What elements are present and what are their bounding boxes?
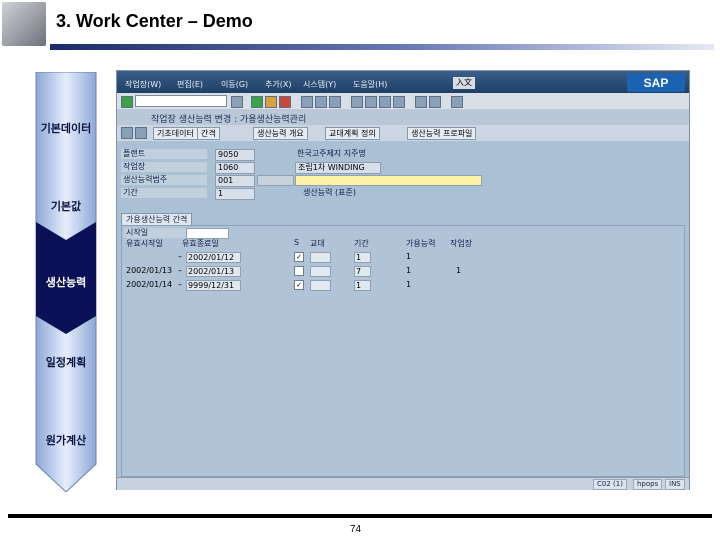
status-bar: C02 (1) hpops INS [117,477,689,490]
save-icon[interactable] [231,96,243,108]
other-object-icon[interactable] [135,127,147,139]
status-mode: INS [665,479,685,490]
capacity-category-desc-input[interactable] [295,175,482,186]
screen-title: 작업장 생산능력 변경 : 가용생산능력관리 [151,115,307,125]
col-workcenter: 작업장 [450,239,473,248]
new-session-icon[interactable] [415,96,427,108]
slide-title: 3. Work Center – Demo [56,11,253,31]
row0-from [126,252,178,261]
col-valid-from: 유효시작일 [126,239,163,248]
plant-value: 9050 [215,149,255,161]
flow-step-scheduling: 일정계획 [45,356,87,369]
col-valid-to: 유효종료일 [182,239,219,248]
menu-extras[interactable]: 추가(X) [265,79,291,90]
capacity-overview-button[interactable]: 생산능력 개요 [253,127,308,140]
row2-from: 2002/01/14 [126,280,173,289]
menu-edit[interactable]: 편집(E) [177,79,203,90]
row1-capacity: 1 [406,266,412,275]
shift-definition-button[interactable]: 교대계획 정의 [325,127,380,140]
row2-check[interactable]: ✓ [294,280,304,290]
command-field[interactable] [135,95,227,107]
flow-step-basic-data: 기본데이터 [40,122,92,135]
workcenter-desc: 조립1차 WINDING [295,162,381,174]
previous-page-icon[interactable] [365,96,377,108]
row0-period[interactable]: 1 [354,252,371,263]
row1-shift[interactable] [310,266,331,277]
row2-shift[interactable] [310,280,331,291]
exit-icon[interactable] [265,96,277,108]
content-area: 플랜트 9050 한국고주제지 지주명 작업장 1060 조립1차 WINDIN… [117,141,689,489]
sap-window: 작업장(W) 편집(E) 이동(G) 추가(X) 시스템(Y) 도움말(H) 入… [116,70,690,490]
next-page-icon[interactable] [379,96,391,108]
col-shift: 교대 [310,239,325,248]
col-period: 기간 [354,239,369,248]
print-icon[interactable] [301,96,313,108]
col-capacity: 가용능력 [406,239,436,248]
row1-check[interactable] [294,266,304,276]
row0-check[interactable]: ✓ [294,252,304,262]
page-number: 74 [350,524,362,535]
interval-button[interactable]: 간격 [197,127,220,140]
workcenter-label: 작업장 [121,162,207,172]
footer-rule [8,514,712,518]
shortcut-icon[interactable] [429,96,441,108]
flow-step-capacity: 생산능력 [45,276,87,289]
row0-capacity: 1 [406,252,412,261]
capacity-category-value: 001 [215,175,255,187]
screen-title-bar: 작업장 생산능력 변경 : 가용생산능력관리 [117,109,689,125]
plant-desc: 한국고주제지 지주명 [297,149,366,158]
start-date-label: 시작일 [124,228,186,238]
find-icon[interactable] [315,96,327,108]
period-label: 기간 [121,188,207,198]
application-toolbar: 기초데이터 간격 생산능력 개요 교대계획 정의 생산능력 프로파일 [117,125,689,142]
standard-toolbar [117,93,689,110]
help-icon[interactable] [451,96,463,108]
capacity-category-extra [257,175,294,186]
basic-data-button[interactable]: 기초데이터 [153,127,198,140]
plant-label: 플랜트 [121,149,207,159]
status-server: hpops [633,479,663,490]
capacity-profile-button[interactable]: 생산능력 프로파일 [407,127,477,140]
menu-workcenter[interactable]: 작업장(W) [125,79,161,90]
back-icon[interactable] [251,96,263,108]
status-system: C02 (1) [593,479,627,490]
language-badge[interactable]: 入文 [453,77,475,89]
row2-period[interactable]: 1 [354,280,371,291]
row2-dash: – [178,280,182,289]
row0-dash: – [178,252,182,261]
company-logo [2,2,46,46]
row1-dash: – [178,266,182,275]
menu-help[interactable]: 도움말(H) [353,79,387,90]
menu-goto[interactable]: 이동(G) [221,79,248,90]
sap-logo: SAP [627,74,685,92]
period-value: 1 [215,188,255,200]
flow-step-defaults: 기본값 [50,200,82,213]
workcenter-value: 1060 [215,162,255,174]
row1-to[interactable]: 2002/01/13 [186,266,241,277]
period-desc: 생산능력 (표준) [303,188,356,197]
find-next-icon[interactable] [329,96,341,108]
row0-to[interactable]: 2002/01/12 [186,252,241,263]
col-s: S [294,238,300,247]
display-change-icon[interactable] [121,127,133,139]
row2-capacity: 1 [406,280,412,289]
row1-period[interactable]: 7 [354,266,371,277]
last-page-icon[interactable] [393,96,405,108]
title-rule [50,44,714,50]
cancel-icon[interactable] [279,96,291,108]
row1-from: 2002/01/13 [126,266,173,275]
row1-wc: 1 [456,266,462,275]
row2-to[interactable]: 9999/12/31 [186,280,241,291]
first-page-icon[interactable] [351,96,363,108]
flow-step-costing: 원가계산 [45,434,87,447]
enter-icon[interactable] [121,96,133,108]
row0-shift[interactable] [310,252,331,263]
menu-bar: 작업장(W) 편집(E) 이동(G) 추가(X) 시스템(Y) 도움말(H) 入… [117,71,689,93]
capacity-category-label: 생산능력범주 [121,175,207,185]
menu-system[interactable]: 시스템(Y) [303,79,336,90]
interval-panel: 시작일 유효시작일 유효종료일 S 교대 기간 가용능력 작업장 – 2002/… [121,225,685,477]
